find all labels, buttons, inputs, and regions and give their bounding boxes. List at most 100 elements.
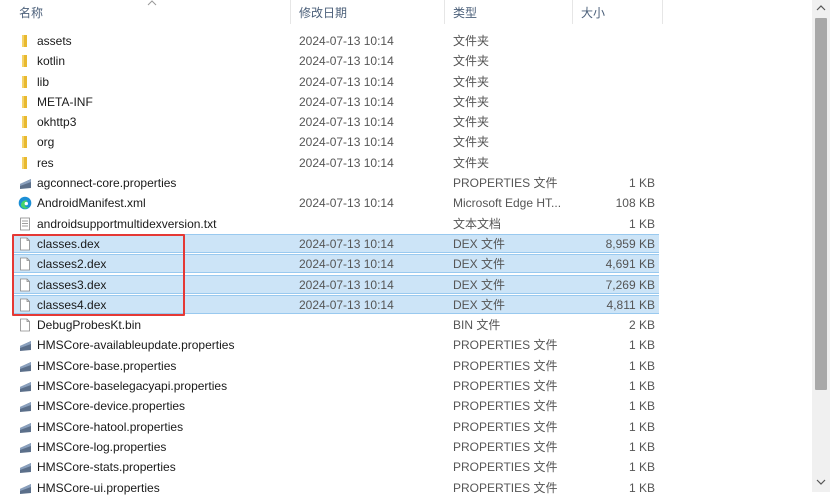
file-type: PROPERTIES 文件	[453, 176, 558, 191]
file-size: 1 KB	[628, 399, 655, 414]
file-type: DEX 文件	[453, 277, 506, 292]
file-size: 1 KB	[628, 216, 655, 231]
file-size: 1 KB	[628, 358, 655, 373]
file-name: lib	[37, 74, 50, 89]
column-divider[interactable]	[572, 0, 573, 24]
file-date: 2024-07-13 10:14	[299, 196, 394, 211]
file-size: 1 KB	[628, 379, 655, 394]
edge-icon	[18, 197, 32, 210]
scroll-down-icon[interactable]	[816, 478, 826, 486]
file-row[interactable]: HMSCore-base.properties PROPERTIES 文件 1 KB	[0, 356, 812, 376]
file-row[interactable]: lib 2024-07-13 10:14 文件夹	[0, 72, 812, 92]
file-name: HMSCore-hatool.properties	[37, 419, 184, 434]
file-type: 文件夹	[453, 94, 490, 109]
file-row[interactable]: META-INF 2024-07-13 10:14 文件夹	[0, 92, 812, 112]
file-type: PROPERTIES 文件	[453, 439, 558, 454]
file-row[interactable]: assets 2024-07-13 10:14 文件夹	[0, 31, 812, 51]
file-date: 2024-07-13 10:14	[299, 155, 394, 170]
highlight-box	[12, 234, 185, 316]
file-row[interactable]: HMSCore-stats.properties PROPERTIES 文件 1 K…	[0, 457, 812, 477]
sort-ascending-icon[interactable]	[146, 0, 158, 7]
file-date: 2024-07-13 10:14	[299, 94, 394, 109]
column-header-type[interactable]: 类型	[453, 6, 477, 20]
file-name: AndroidManifest.xml	[37, 196, 146, 211]
file-row[interactable]: HMSCore-device.properties PROPERTIES 文件 1 …	[0, 396, 812, 416]
file-type: 文件夹	[453, 135, 490, 150]
file-name: HMSCore-availableupdate.properties	[37, 338, 235, 353]
column-divider[interactable]	[290, 0, 291, 24]
properties-file-icon	[20, 402, 31, 413]
file-type: PROPERTIES 文件	[453, 460, 558, 475]
file-date: 2024-07-13 10:14	[299, 277, 394, 292]
file-name: res	[37, 155, 54, 170]
file-size: 1 KB	[628, 480, 655, 495]
file-type: PROPERTIES 文件	[453, 480, 558, 495]
scroll-up-icon[interactable]	[816, 4, 826, 12]
file-size: 1 KB	[628, 419, 655, 434]
file-type: PROPERTIES 文件	[453, 419, 558, 434]
scrollbar-thumb[interactable]	[815, 18, 827, 390]
file-icon	[20, 318, 30, 332]
file-name: androidsupportmultidexversion.txt	[37, 216, 217, 231]
properties-file-icon	[20, 483, 31, 494]
file-row[interactable]: agconnect-core.properties PROPERTIES 文件 1 …	[0, 173, 812, 193]
file-row[interactable]: okhttp3 2024-07-13 10:14 文件夹	[0, 112, 812, 132]
file-name: META-INF	[37, 94, 93, 109]
file-name: okhttp3	[37, 115, 77, 130]
file-name: DebugProbesKt.bin	[37, 318, 142, 333]
file-type: PROPERTIES 文件	[453, 379, 558, 394]
column-divider[interactable]	[444, 0, 445, 24]
file-row[interactable]: HMSCore-baselegacyapi.properties PROPERTI…	[0, 376, 812, 396]
column-header-size[interactable]: 大小	[581, 6, 605, 20]
file-row[interactable]: AndroidManifest.xml 2024-07-13 10:14 Micro…	[0, 193, 812, 213]
file-date: 2024-07-13 10:14	[299, 115, 394, 130]
file-row[interactable]: HMSCore-availableupdate.properties PROPER…	[0, 335, 812, 355]
vertical-scrollbar[interactable]	[812, 0, 830, 492]
text-file-icon	[20, 217, 30, 231]
properties-file-icon	[20, 442, 31, 453]
folder-icon	[22, 75, 27, 88]
folder-icon	[22, 55, 27, 68]
file-date: 2024-07-13 10:14	[299, 236, 394, 251]
file-name: HMSCore-baselegacyapi.properties	[37, 379, 228, 394]
file-name: org	[37, 135, 55, 150]
file-type: 文件夹	[453, 74, 490, 89]
file-row[interactable]: DebugProbesKt.bin BIN 文件 2 KB	[0, 315, 812, 335]
file-date: 2024-07-13 10:14	[299, 297, 394, 312]
file-size: 1 KB	[628, 460, 655, 475]
file-type: 文本文档	[453, 216, 502, 231]
properties-file-icon	[20, 361, 31, 372]
file-name: HMSCore-ui.properties	[37, 480, 160, 495]
file-date: 2024-07-13 10:14	[299, 54, 394, 69]
file-date: 2024-07-13 10:14	[299, 74, 394, 89]
file-size: 4,691 KB	[605, 257, 655, 272]
file-size: 4,811 KB	[606, 297, 655, 312]
file-row[interactable]: res 2024-07-13 10:14 文件夹	[0, 153, 812, 173]
properties-file-icon	[20, 382, 31, 393]
column-header-name[interactable]: 名称	[19, 6, 43, 20]
file-date: 2024-07-13 10:14	[299, 34, 394, 48]
file-name: kotlin	[37, 54, 66, 69]
properties-file-icon	[20, 422, 31, 433]
file-type: 文件夹	[453, 115, 490, 130]
file-name: agconnect-core.properties	[37, 176, 177, 191]
file-name: HMSCore-base.properties	[37, 358, 177, 373]
file-row[interactable]: kotlin 2024-07-13 10:14 文件夹	[0, 51, 812, 71]
file-size: 1 KB	[628, 439, 655, 454]
file-name: HMSCore-stats.properties	[37, 460, 176, 475]
file-date: 2024-07-13 10:14	[299, 135, 394, 150]
column-header-date[interactable]: 修改日期	[299, 6, 347, 20]
file-row[interactable]: androidsupportmultidexversion.txt 文本文档 1 K…	[0, 214, 812, 234]
file-row[interactable]: HMSCore-hatool.properties PROPERTIES 文件 1 …	[0, 417, 812, 437]
file-row[interactable]: HMSCore-log.properties PROPERTIES 文件 1 KB	[0, 437, 812, 457]
properties-file-icon	[20, 341, 31, 352]
file-type: PROPERTIES 文件	[453, 358, 558, 373]
file-row[interactable]: org 2024-07-13 10:14 文件夹	[0, 132, 812, 152]
column-divider[interactable]	[662, 0, 663, 24]
folder-icon	[22, 95, 27, 108]
folder-icon	[22, 136, 27, 149]
file-type: Microsoft Edge HT...	[453, 196, 562, 211]
file-name: assets	[37, 34, 72, 48]
file-row[interactable]: HMSCore-ui.properties PROPERTIES 文件 1 KB	[0, 478, 812, 498]
folder-icon	[22, 156, 27, 169]
